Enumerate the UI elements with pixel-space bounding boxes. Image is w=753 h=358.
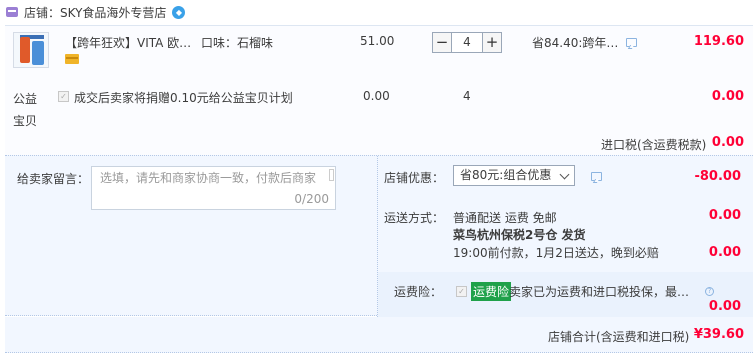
credit-card-icon[interactable]	[65, 54, 79, 64]
charity-total: 0.00	[711, 89, 744, 104]
help-icon[interactable]: ?	[705, 287, 714, 296]
shipping-line-carrier: 普通配送 运费 免邮	[453, 211, 557, 225]
memo-scrollbar[interactable]	[329, 169, 334, 181]
shipping-extra-value: 0.00	[708, 245, 741, 260]
product-thumbnail[interactable]	[13, 32, 49, 68]
item-total: 119.60	[693, 34, 744, 49]
shop-icon	[6, 7, 18, 17]
seller-memo-textarea[interactable]: 选填，请先和商家协商一致，付款后商家 0/200	[91, 166, 336, 210]
shop-total-label: 店铺合计(含运费和进口税)	[548, 330, 690, 344]
insurance-tag: 运费险	[471, 282, 512, 301]
order-options-block: 给卖家留言： 选填，请先和商家协商一致，付款后商家 0/200 店铺优惠： 省8…	[5, 155, 753, 317]
shop-name-link[interactable]: SKY食品海外专营店	[60, 4, 166, 21]
shop-total-bar: 店铺合计(含运费和进口税) ¥39.60	[5, 317, 753, 353]
insurance-label: 运费险：	[394, 285, 443, 299]
quantity-stepper: − 4 +	[432, 32, 502, 53]
shipping-method-label: 运送方式：	[384, 211, 445, 225]
charity-quantity: 4	[463, 89, 471, 103]
insurance-checkbox: ✓	[456, 286, 467, 297]
memo-char-counter: 0/200	[294, 192, 329, 206]
charity-checkbox: ✓	[58, 91, 69, 102]
shop-total-value: ¥39.60	[693, 327, 744, 342]
discount-note: 省84.40:跨年…	[532, 36, 619, 50]
quantity-input[interactable]: 4	[452, 32, 482, 53]
insurance-value: 0.00	[708, 299, 741, 314]
shop-discount-selected: 省80元:组合优惠	[460, 168, 552, 182]
quantity-decrease-button[interactable]: −	[432, 32, 452, 53]
product-spec: 口味：石榴味	[201, 36, 274, 50]
insurance-text: 卖家已为运费和进口税投保，最…	[509, 285, 690, 299]
shop-discount-value: -80.00	[694, 169, 741, 184]
shop-discount-label: 店铺优惠：	[384, 171, 445, 185]
unit-price: 51.00	[360, 34, 395, 48]
comment-icon[interactable]	[591, 172, 602, 181]
comment-icon[interactable]	[626, 38, 637, 47]
insurance-row: 运费险： ✓ 运费险 卖家已为运费和进口税投保，最… ? 0.00	[378, 272, 753, 317]
charity-unit-price: 0.00	[363, 89, 390, 103]
product-title-link[interactable]: 【跨年狂欢】VITA 欧…	[65, 34, 191, 51]
order-item-block: 【跨年狂欢】VITA 欧… 口味：石榴味 51.00 − 4 + 省84.40:…	[5, 25, 753, 155]
shop-label: 店铺：	[24, 5, 61, 20]
memo-placeholder: 选填，请先和商家协商一致，付款后商家	[100, 171, 317, 185]
import-tax-value: 0.00	[711, 135, 744, 150]
quantity-increase-button[interactable]: +	[482, 32, 502, 53]
shop-discount-select[interactable]: 省80元:组合优惠	[453, 165, 575, 186]
shipping-line-warehouse: 菜鸟杭州保税2号仓 发货	[453, 228, 586, 242]
charity-label: 公益宝贝	[13, 92, 38, 128]
seller-memo-label: 给卖家留言：	[17, 172, 90, 186]
shop-header: 店铺： SKY食品海外专营店 ◆	[0, 0, 753, 24]
shipping-value: 0.00	[708, 208, 741, 223]
shop-summary-panel: 店铺优惠： 省80元:组合优惠 -80.00 运送方式： 普通配送 运费 免邮 …	[377, 156, 753, 317]
verified-badge-icon[interactable]: ◆	[172, 5, 186, 19]
shipping-line-eta: 19:00前付款，1月2日送达，晚到必赔	[453, 246, 659, 260]
charity-text: 成交后卖家将捐赠0.10元给公益宝贝计划	[74, 91, 293, 105]
